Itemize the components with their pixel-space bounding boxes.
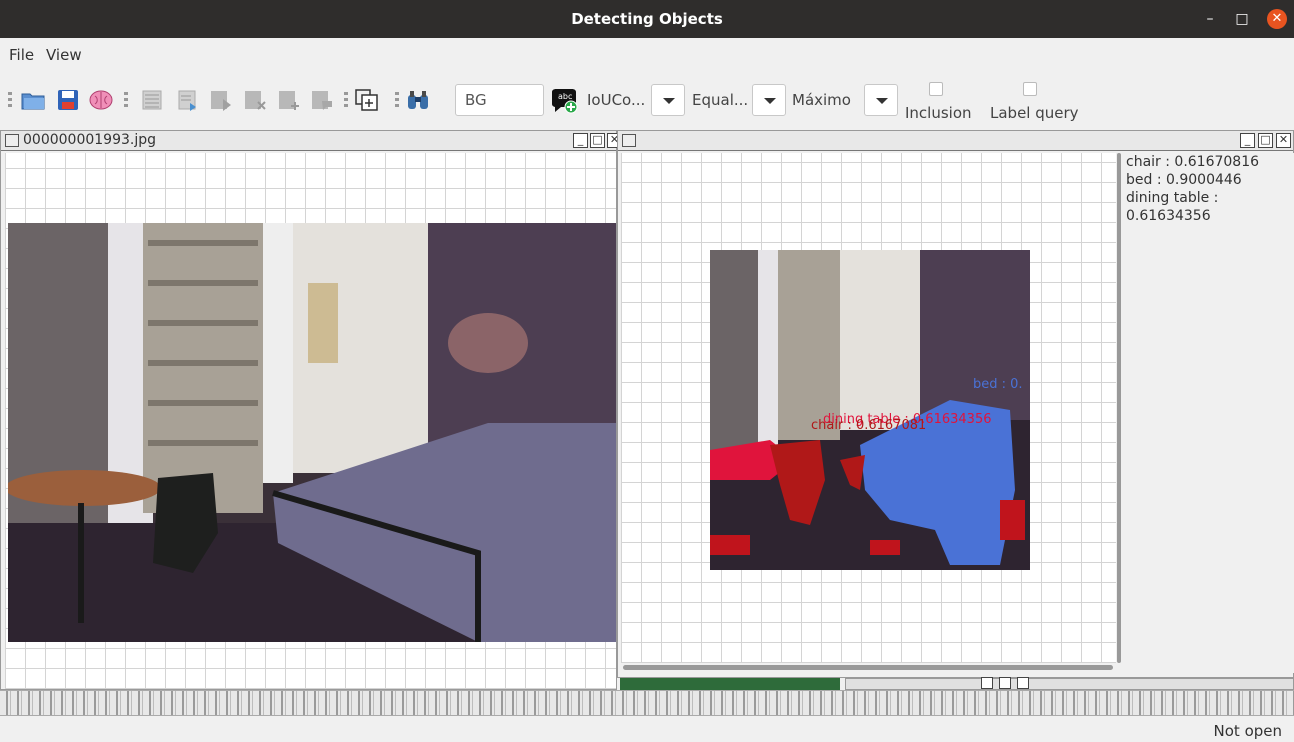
max-combo[interactable]: Máximo — [792, 91, 851, 109]
overlay-label-bed: bed : 0. — [973, 377, 1023, 392]
result-item[interactable]: bed : 0.9000446 — [1122, 171, 1294, 189]
label-query-checkbox[interactable] — [1023, 82, 1037, 96]
result-item[interactable]: chair : 0.61670816 — [1122, 153, 1294, 171]
inclusion-label: Inclusion — [905, 104, 972, 122]
toolbar: BG abc IoUCo... Equal... Máximo Inclusio… — [0, 72, 1294, 128]
label-input-value: BG — [465, 91, 487, 109]
minimize-icon[interactable]: – — [1200, 9, 1220, 29]
close-icon[interactable]: ✕ — [1267, 9, 1287, 29]
list-icon[interactable] — [140, 89, 164, 111]
menu-file[interactable]: File — [9, 46, 34, 64]
menu-bar: File View — [0, 38, 1294, 72]
label-input[interactable]: BG — [455, 84, 544, 116]
toolbar-grip[interactable] — [124, 92, 128, 110]
horizontal-scrollbar[interactable] — [623, 665, 1113, 670]
inclusion-checkbox[interactable] — [929, 82, 943, 96]
right-window-titlebar[interactable]: _ □ ✕ — [618, 131, 1293, 151]
minimize-icon[interactable]: _ — [1240, 133, 1255, 148]
open-folder-icon[interactable] — [21, 89, 45, 111]
overlay-label-chair: chair : 0.6167081 — [811, 418, 927, 433]
export-icon[interactable] — [176, 89, 200, 111]
iou-combo-dropdown-icon[interactable] — [651, 84, 685, 116]
result-canvas[interactable]: bed : 0. dining table : 0.61634356 chair… — [621, 153, 1116, 670]
add-icon[interactable] — [277, 89, 301, 111]
label-query-label: Label query — [990, 104, 1079, 122]
minimize-icon[interactable] — [981, 677, 993, 689]
toolbar-grip[interactable] — [8, 92, 12, 110]
window-title: Detecting Objects — [571, 10, 723, 28]
segmented-image[interactable] — [710, 250, 1030, 570]
equal-combo[interactable]: Equal... — [692, 91, 748, 109]
maximize-icon[interactable] — [999, 677, 1011, 689]
result-item[interactable]: dining table : 0.61634356 — [1122, 189, 1294, 225]
svg-text:abc: abc — [558, 92, 572, 101]
status-bar: Not open — [0, 718, 1294, 742]
binoculars-icon[interactable] — [406, 89, 430, 111]
brain-icon[interactable] — [89, 89, 113, 111]
background-window[interactable] — [620, 678, 840, 690]
left-window-title: 000000001993.jpg — [23, 132, 156, 148]
arrow-icon[interactable] — [209, 89, 233, 111]
status-text: Not open — [1213, 722, 1282, 740]
results-list: chair : 0.61670816 bed : 0.9000446 dinin… — [1122, 153, 1294, 673]
menu-view[interactable]: View — [46, 46, 82, 64]
background-window[interactable] — [845, 677, 1294, 690]
save-icon[interactable] — [56, 89, 80, 111]
maximize-icon[interactable]: □ — [1258, 133, 1273, 148]
minimize-icon[interactable]: _ — [573, 133, 588, 148]
copy-add-icon[interactable] — [355, 89, 379, 111]
right-result-window: _ □ ✕ bed : 0. dining table : 0.61634356… — [617, 130, 1294, 678]
left-canvas[interactable] — [5, 153, 616, 689]
window-menu-icon[interactable] — [622, 134, 636, 147]
add-label-icon[interactable]: abc — [549, 87, 579, 115]
close-icon[interactable]: ✕ — [1276, 133, 1291, 148]
comment-icon[interactable] — [310, 89, 334, 111]
toolbar-grip[interactable] — [395, 92, 399, 110]
maximize-icon[interactable]: □ — [1232, 9, 1252, 29]
toolbar-grip[interactable] — [344, 92, 348, 110]
maximize-icon[interactable]: □ — [590, 133, 605, 148]
left-image-window: 000000001993.jpg _ □ ✕ — [0, 130, 622, 690]
max-combo-dropdown-icon[interactable] — [864, 84, 898, 116]
close-icon[interactable] — [1017, 677, 1029, 689]
delete-icon[interactable] — [243, 89, 267, 111]
title-bar: Detecting Objects – □ ✕ — [0, 0, 1294, 38]
minimized-tabs-strip[interactable] — [0, 690, 1294, 716]
iou-combo[interactable]: IoUCo... — [587, 91, 645, 109]
splitter-handle[interactable] — [1117, 153, 1121, 663]
equal-combo-dropdown-icon[interactable] — [752, 84, 786, 116]
left-window-titlebar[interactable]: 000000001993.jpg _ □ ✕ — [1, 131, 622, 151]
window-menu-icon[interactable] — [5, 134, 19, 147]
original-image[interactable] — [8, 223, 616, 642]
